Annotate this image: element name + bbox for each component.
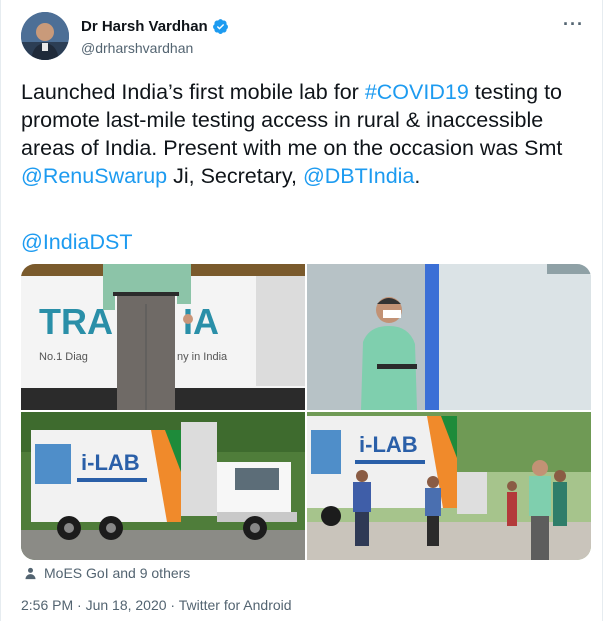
photo-inspection-walk[interactable]: i-LAB [307, 412, 591, 560]
tweet-timestamp[interactable]: 2:56 PM · Jun 18, 2020 · Twitter for And… [21, 597, 292, 613]
avatar[interactable] [21, 12, 69, 60]
tweet-text-part4: . [414, 164, 421, 188]
tweet-text: Launched India’s first mobile lab for #C… [21, 78, 591, 190]
author-name[interactable]: Dr Harsh Vardhan [81, 18, 229, 35]
mention-dbtindia-link[interactable]: @DBTIndia [303, 164, 414, 188]
author-name-text[interactable]: Dr Harsh Vardhan [81, 18, 208, 35]
media-grid: TRA IA No.1 Diag ny in India i-LAB i-LAB [21, 264, 591, 560]
social-context-text[interactable]: MoES GoI and 9 others [44, 565, 190, 581]
more-options-icon[interactable]: ··· [563, 14, 584, 35]
photo-inside-lab[interactable] [307, 264, 591, 410]
ilab-logo-4: i-LAB [359, 432, 418, 457]
tweet-card: Dr Harsh Vardhan @drharshvardhan ··· Lau… [0, 0, 603, 621]
transasia-brand-left: TRA [39, 301, 113, 342]
mention-renuswarup-link[interactable]: @RenuSwarup [21, 164, 167, 188]
photo-truck-closeup[interactable]: TRA IA No.1 Diag ny in India [21, 264, 305, 410]
tweet-text-part3: Ji, Secretary, [167, 164, 303, 188]
photo-mobile-lab-truck[interactable]: i-LAB [21, 412, 305, 560]
tweet-text-part1: Launched India’s first mobile lab for [21, 80, 365, 104]
transasia-sub-right: ny in India [177, 351, 228, 363]
transasia-sub-left: No.1 Diag [39, 351, 88, 363]
person-icon [25, 567, 36, 579]
ilab-logo-3: i-LAB [81, 450, 140, 475]
hashtag-covid19-link[interactable]: #COVID19 [365, 80, 469, 104]
verified-badge-icon [212, 19, 228, 34]
mention-indiadst-link[interactable]: @IndiaDST [21, 230, 132, 255]
social-context[interactable]: MoES GoI and 9 others [23, 565, 190, 581]
author-handle[interactable]: @drharshvardhan [81, 40, 193, 56]
